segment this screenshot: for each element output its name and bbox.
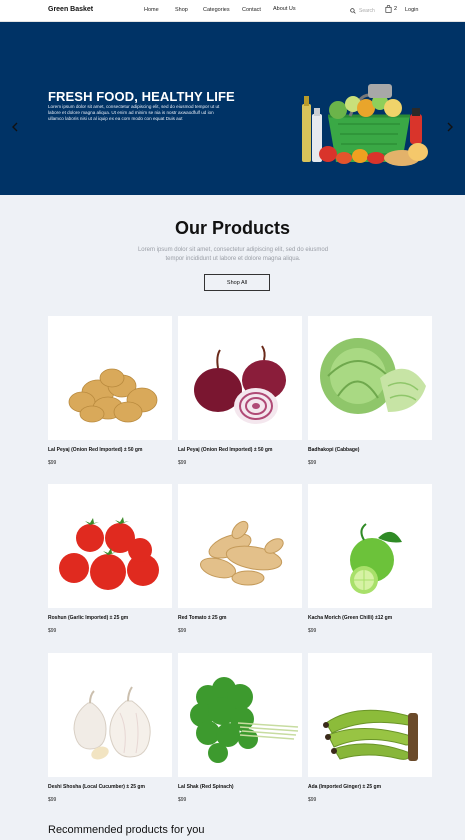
recommended-title: Recommended products for you: [48, 824, 205, 836]
product-name[interactable]: Lal Peyaj (Onion Red Imported) ± 50 gm: [178, 447, 302, 453]
product-image[interactable]: [308, 653, 432, 777]
product-card[interactable]: Lal Peyaj (Onion Red Imported) ± 50 gm $…: [178, 316, 302, 466]
product-card[interactable]: Ada (Imported Ginger) ± 25 gm $99: [308, 653, 432, 803]
garlic-image: [73, 686, 151, 760]
coriander-image: [190, 677, 299, 763]
product-image[interactable]: [178, 484, 302, 608]
product-name[interactable]: Roshun (Garlic Imported) ± 25 gm: [48, 615, 172, 621]
chevron-right-icon[interactable]: [446, 122, 454, 132]
navbar: Green Basket Home Shop Categories Contac…: [0, 0, 465, 22]
product-image[interactable]: [178, 316, 302, 440]
product-card[interactable]: Badhakopi (Cabbage) $99: [308, 316, 432, 466]
product-name[interactable]: Ada (Imported Ginger) ± 25 gm: [308, 784, 432, 790]
product-image[interactable]: [48, 484, 172, 608]
product-price: $99: [48, 628, 57, 634]
product-image[interactable]: [308, 484, 432, 608]
hero-title: FRESH FOOD, HEALTHY LIFE: [48, 89, 235, 104]
product-price: $99: [48, 797, 57, 803]
search-field[interactable]: Search: [350, 5, 382, 17]
potatoes-image: [68, 368, 158, 423]
product-price: $99: [308, 797, 317, 803]
hero-banner: FRESH FOOD, HEALTHY LIFE Lorem ipsum dol…: [0, 22, 465, 195]
red-onions-image: [194, 345, 286, 424]
hero-description: Lorem ipsum dolor sit amet, consectetur …: [48, 104, 220, 121]
product-price: $99: [48, 460, 57, 466]
products-subtitle: Lorem ipsum dolor sit amet, consectetur …: [137, 247, 329, 262]
product-name[interactable]: Badhakopi (Cabbage): [308, 447, 432, 453]
product-card[interactable]: Roshun (Garlic Imported) ± 25 gm $99: [48, 484, 172, 634]
product-card[interactable]: Kacha Morich (Green Chilli) ±12 gm $99: [308, 484, 432, 634]
product-name[interactable]: Lal Shak (Red Spinach): [178, 784, 302, 790]
nav-link-categories[interactable]: Categories: [203, 7, 230, 13]
shop-all-button[interactable]: Shop All: [204, 274, 270, 291]
nav-link-about[interactable]: About Us: [273, 6, 296, 12]
product-card[interactable]: Deshi Shosha (Local Cucumber) ± 25 gm $9…: [48, 653, 172, 803]
search-icon: [350, 8, 356, 14]
product-name[interactable]: Deshi Shosha (Local Cucumber) ± 25 gm: [48, 784, 172, 790]
nav-link-contact[interactable]: Contact: [242, 7, 261, 13]
product-card[interactable]: Red Tomato ± 25 gm $99: [178, 484, 302, 634]
product-image[interactable]: [48, 316, 172, 440]
brand-logo[interactable]: Green Basket: [48, 6, 93, 13]
shopping-bag-icon: [385, 5, 392, 13]
product-card[interactable]: Lal Peyaj (Onion Red Imported) ± 50 gm $…: [48, 316, 172, 466]
ginger-image: [199, 520, 284, 586]
product-price: $99: [178, 797, 187, 803]
products-title: Our Products: [174, 218, 290, 238]
product-price: $99: [308, 460, 317, 466]
product-card[interactable]: Lal Shak (Red Spinach) $99: [178, 653, 302, 803]
product-price: $99: [178, 460, 187, 466]
cabbage-image: [320, 338, 426, 414]
product-price: $99: [308, 628, 317, 634]
login-link[interactable]: Login: [405, 7, 418, 13]
limes-image: [350, 523, 402, 594]
product-name[interactable]: Lal Peyaj (Onion Red Imported) ± 50 gm: [48, 447, 172, 453]
grocery-basket-image: [302, 84, 428, 166]
product-image[interactable]: [48, 653, 172, 777]
cart-count: 2: [394, 6, 398, 12]
product-price: $99: [178, 628, 187, 634]
product-name[interactable]: Kacha Morich (Green Chilli) ±12 gm: [308, 615, 432, 621]
cart-button[interactable]: 2: [385, 5, 397, 13]
chevron-left-icon[interactable]: [11, 122, 19, 132]
nav-link-home[interactable]: Home: [144, 7, 159, 13]
product-image[interactable]: [308, 316, 432, 440]
green-bananas-image: [323, 709, 418, 761]
search-placeholder: Search: [359, 8, 375, 14]
tomatoes-image: [59, 517, 159, 590]
nav-link-shop[interactable]: Shop: [175, 7, 188, 13]
product-name[interactable]: Red Tomato ± 25 gm: [178, 615, 302, 621]
product-image[interactable]: [178, 653, 302, 777]
